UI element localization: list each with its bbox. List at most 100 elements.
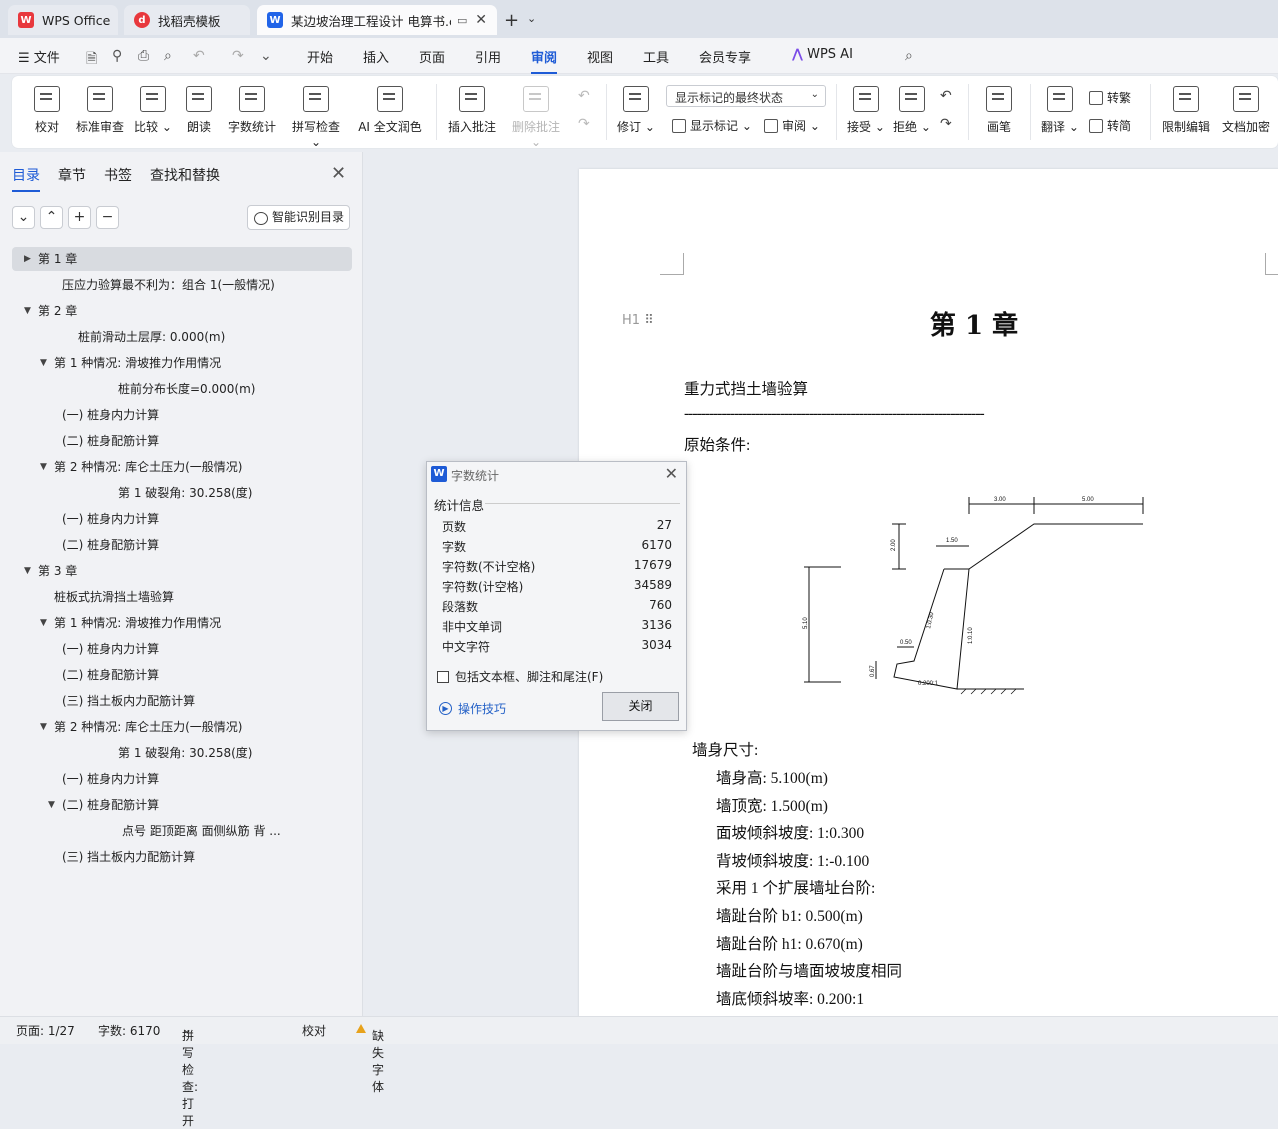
save-icon[interactable]: 🗎 <box>86 48 97 72</box>
file-menu[interactable]: ☰ 文件 <box>18 47 60 66</box>
toc-item[interactable]: ▼ 第 1 种情况: 滑坡推力作用情况 <box>12 351 352 375</box>
toc-item[interactable]: (二) 桩身配筋计算 <box>12 533 352 557</box>
tab-docer-templates[interactable]: d 找稻壳模板 <box>124 5 250 35</box>
toc-item[interactable]: 桩板式抗滑挡土墙验算 <box>12 585 352 609</box>
print-icon[interactable]: ⎙ <box>138 48 149 64</box>
toc-item[interactable]: (二) 桩身配筋计算 <box>12 429 352 453</box>
next-revision-icon[interactable]: ↷ <box>940 116 952 132</box>
ai-polish-button[interactable]: AI 全文润色 <box>354 86 426 135</box>
search-icon[interactable]: ⌕ <box>905 48 913 64</box>
new-tab-icon[interactable]: + <box>504 10 519 31</box>
spell-check-indicator[interactable]: 拼写检查: 打开 ⌄ <box>182 1022 198 1128</box>
translate-button[interactable]: 翻译 ⌄ <box>1040 86 1080 135</box>
toc-item[interactable]: ▼ 第 1 种情况: 滑坡推力作用情况 <box>12 611 352 635</box>
toc-item[interactable]: ▼ 第 2 种情况: 库仑土压力(一般情况) <box>12 455 352 479</box>
menu-reference[interactable]: 引用 <box>475 47 501 66</box>
toc-item[interactable]: ▼ (二) 桩身配筋计算 <box>12 793 352 817</box>
menu-tools[interactable]: 工具 <box>643 47 669 66</box>
tab-bookmarks[interactable]: 书签 <box>104 165 132 185</box>
menu-wps-ai[interactable]: ⋀ WPS AI <box>792 47 853 62</box>
accept-button[interactable]: 接受 ⌄ <box>846 86 886 135</box>
smart-toc-button[interactable]: 智能识别目录 <box>247 205 350 230</box>
menu-member[interactable]: 会员专享 <box>699 47 751 66</box>
word-count-indicator[interactable]: 字数: 6170 <box>98 1022 160 1039</box>
remove-heading-button[interactable]: − <box>96 206 119 229</box>
restrict-edit-button[interactable]: 限制编辑 <box>1160 86 1212 135</box>
previous-comment-icon[interactable]: ↶ <box>578 88 590 104</box>
compare-button[interactable]: 比较 ⌄ <box>134 86 172 135</box>
revise-button[interactable]: 修订 ⌄ <box>616 86 656 135</box>
toc-item[interactable]: (一) 桩身内力计算 <box>12 507 352 531</box>
menu-home[interactable]: 开始 <box>307 47 333 66</box>
delete-comment-button[interactable]: 删除批注 ⌄ <box>506 86 566 149</box>
markup-view-select[interactable]: 显示标记的最终状态 ⌄ <box>666 85 826 107</box>
toc-item[interactable]: (三) 挡土板内力配筋计算 <box>12 689 352 713</box>
reject-button[interactable]: 拒绝 ⌄ <box>892 86 932 135</box>
menu-insert[interactable]: 插入 <box>363 47 389 66</box>
expand-up-button[interactable]: ⌃ <box>40 206 63 229</box>
toc-item[interactable]: ▼ 第 2 种情况: 库仑土压力(一般情况) <box>12 715 352 739</box>
toc-item[interactable]: ▼ 第 2 章 <box>12 299 352 323</box>
chevron-down-icon[interactable]: ⌄ <box>527 12 536 25</box>
page-indicator[interactable]: 页面: 1/27 <box>16 1022 75 1039</box>
toc-item[interactable]: (一) 桩身内力计算 <box>12 767 352 791</box>
undo-icon[interactable]: ↶ <box>193 48 205 64</box>
word-count-button[interactable]: 字数统计 <box>226 86 278 135</box>
expand-arrow-icon[interactable]: ▶ <box>24 247 31 271</box>
toc-item[interactable]: (一) 桩身内力计算 <box>12 637 352 661</box>
collapse-arrow-icon[interactable]: ▼ <box>40 351 47 375</box>
include-textbox-checkbox[interactable]: 包括文本框、脚注和尾注(F) <box>437 668 603 685</box>
menu-view[interactable]: 视图 <box>587 47 613 66</box>
checkbox-box[interactable] <box>437 670 449 683</box>
monitor-icon[interactable]: ▭ <box>457 14 467 27</box>
collapse-arrow-icon[interactable]: ▼ <box>40 715 47 739</box>
missing-font-indicator[interactable]: 缺失字体 <box>356 1022 384 1094</box>
collapse-arrow-icon[interactable]: ▼ <box>40 611 47 635</box>
toc-item[interactable]: ▼ 第 3 章 <box>12 559 352 583</box>
toc-item[interactable]: 点号 距顶距离 面侧纵筋 背 ... <box>12 819 352 843</box>
add-heading-button[interactable]: + <box>68 206 91 229</box>
collapse-arrow-icon[interactable]: ▼ <box>24 559 31 583</box>
tab-find-replace[interactable]: 查找和替换 <box>150 165 220 185</box>
toc-item[interactable]: (二) 桩身配筋计算 <box>12 663 352 687</box>
tips-link[interactable]: ▶ 操作技巧 <box>439 700 506 717</box>
insert-comment-button[interactable]: 插入批注 <box>446 86 498 135</box>
print-preview-icon[interactable]: ⌕ <box>164 48 172 64</box>
show-markup-button[interactable]: 显示标记 ⌄ <box>672 117 752 134</box>
collapse-button[interactable]: ⌄ <box>12 206 35 229</box>
encrypt-button[interactable]: 文档加密 <box>1220 86 1272 135</box>
to-traditional-button[interactable]: 转繁 <box>1089 89 1131 106</box>
standard-review-button[interactable]: 标准审查 <box>74 86 126 135</box>
redo-icon[interactable]: ↷ <box>232 48 244 64</box>
chevron-down-icon[interactable]: ⌄ <box>260 48 272 64</box>
close-tab-icon[interactable]: ✕ <box>475 12 487 28</box>
collapse-arrow-icon[interactable]: ▼ <box>24 299 31 323</box>
read-aloud-button[interactable]: 朗读 <box>184 86 214 135</box>
pen-button[interactable]: 画笔 <box>982 86 1016 135</box>
toc-item[interactable]: 第 1 破裂角: 30.258(度) <box>12 741 352 765</box>
collapse-arrow-icon[interactable]: ▼ <box>40 455 47 479</box>
tab-toc[interactable]: 目录 <box>12 165 40 192</box>
spell-check-button[interactable]: 拼写检查 ⌄ <box>286 86 346 149</box>
share-icon[interactable]: ⚲ <box>112 48 122 64</box>
tab-document[interactable]: W 某边坡治理工程设计 电算书.c ▭ ✕ <box>257 5 497 35</box>
tab-wps-office[interactable]: W WPS Office <box>8 5 118 35</box>
toc-item[interactable]: 桩前滑动土层厚: 0.000(m) <box>12 325 352 349</box>
close-icon[interactable]: ✕ <box>331 163 346 184</box>
toc-item[interactable]: (一) 桩身内力计算 <box>12 403 352 427</box>
toc-item[interactable]: 桩前分布长度=0.000(m) <box>12 377 352 401</box>
toc-item[interactable]: 压应力验算最不利为：组合 1(一般情况) <box>12 273 352 297</box>
close-button[interactable]: 关闭 <box>602 692 679 721</box>
review-pane-button[interactable]: 审阅 ⌄ <box>764 117 820 134</box>
menu-review[interactable]: 审阅 <box>531 47 558 74</box>
toc-item[interactable]: (三) 挡土板内力配筋计算 <box>12 845 352 869</box>
proofread-indicator[interactable]: 校对 <box>302 1022 326 1039</box>
close-icon[interactable]: ✕ <box>665 464 678 483</box>
previous-revision-icon[interactable]: ↶ <box>940 88 952 104</box>
collapse-arrow-icon[interactable]: ▼ <box>48 793 55 817</box>
to-simplified-button[interactable]: 转简 <box>1089 117 1131 134</box>
menu-page[interactable]: 页面 <box>419 47 445 66</box>
next-comment-icon[interactable]: ↷ <box>578 116 590 132</box>
toc-item[interactable]: ▶ 第 1 章 <box>12 247 352 271</box>
toc-item[interactable]: 第 1 破裂角: 30.258(度) <box>12 481 352 505</box>
